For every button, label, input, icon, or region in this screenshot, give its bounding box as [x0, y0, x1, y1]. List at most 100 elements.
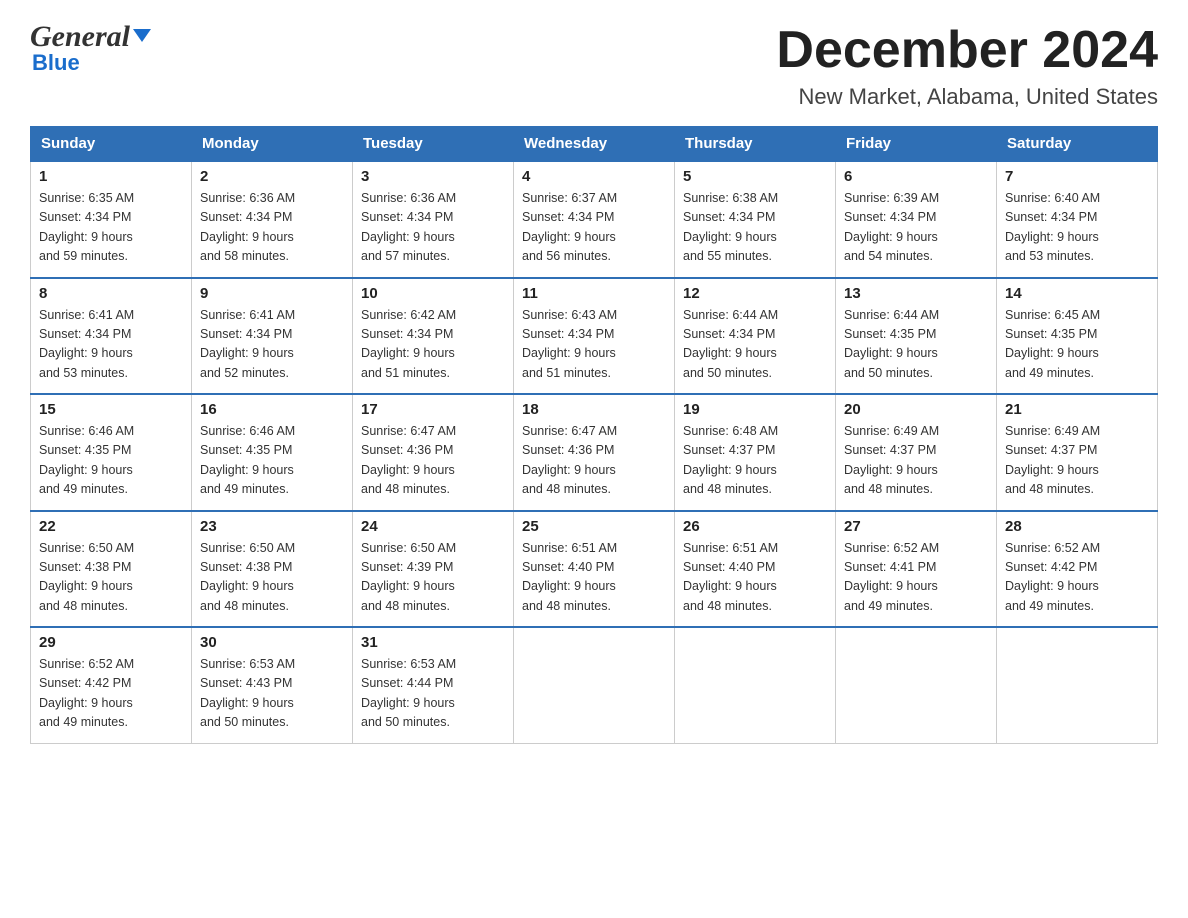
day-info: Sunrise: 6:36 AM Sunset: 4:34 PM Dayligh… [200, 189, 344, 267]
day-info: Sunrise: 6:52 AM Sunset: 4:42 PM Dayligh… [1005, 539, 1149, 617]
day-info: Sunrise: 6:40 AM Sunset: 4:34 PM Dayligh… [1005, 189, 1149, 267]
day-number: 19 [683, 401, 827, 418]
calendar-cell-day-11: 11 Sunrise: 6:43 AM Sunset: 4:34 PM Dayl… [514, 278, 675, 395]
day-info: Sunrise: 6:35 AM Sunset: 4:34 PM Dayligh… [39, 189, 183, 267]
page-subtitle: New Market, Alabama, United States [776, 84, 1158, 110]
day-number: 21 [1005, 401, 1149, 418]
day-number: 31 [361, 634, 505, 651]
day-number: 26 [683, 518, 827, 535]
day-number: 29 [39, 634, 183, 651]
day-number: 14 [1005, 285, 1149, 302]
calendar-cell-day-8: 8 Sunrise: 6:41 AM Sunset: 4:34 PM Dayli… [31, 278, 192, 395]
day-number: 28 [1005, 518, 1149, 535]
calendar-header-row: Sunday Monday Tuesday Wednesday Thursday… [31, 127, 1158, 162]
day-info: Sunrise: 6:45 AM Sunset: 4:35 PM Dayligh… [1005, 306, 1149, 384]
logo: General Blue [30, 20, 151, 76]
day-number: 1 [39, 168, 183, 185]
title-block: December 2024 New Market, Alabama, Unite… [776, 20, 1158, 110]
day-number: 16 [200, 401, 344, 418]
calendar-cell-day-18: 18 Sunrise: 6:47 AM Sunset: 4:36 PM Dayl… [514, 394, 675, 511]
day-number: 7 [1005, 168, 1149, 185]
day-info: Sunrise: 6:49 AM Sunset: 4:37 PM Dayligh… [1005, 422, 1149, 500]
calendar-cell-day-16: 16 Sunrise: 6:46 AM Sunset: 4:35 PM Dayl… [192, 394, 353, 511]
calendar-cell-empty [997, 627, 1158, 743]
calendar-cell-day-5: 5 Sunrise: 6:38 AM Sunset: 4:34 PM Dayli… [675, 161, 836, 278]
day-info: Sunrise: 6:50 AM Sunset: 4:39 PM Dayligh… [361, 539, 505, 617]
logo-blue: Blue [30, 50, 80, 76]
day-number: 9 [200, 285, 344, 302]
calendar-table: Sunday Monday Tuesday Wednesday Thursday… [30, 126, 1158, 744]
day-number: 2 [200, 168, 344, 185]
calendar-cell-day-31: 31 Sunrise: 6:53 AM Sunset: 4:44 PM Dayl… [353, 627, 514, 743]
page-header: General Blue December 2024 New Market, A… [30, 20, 1158, 110]
calendar-cell-day-4: 4 Sunrise: 6:37 AM Sunset: 4:34 PM Dayli… [514, 161, 675, 278]
day-info: Sunrise: 6:44 AM Sunset: 4:34 PM Dayligh… [683, 306, 827, 384]
calendar-cell-day-1: 1 Sunrise: 6:35 AM Sunset: 4:34 PM Dayli… [31, 161, 192, 278]
day-info: Sunrise: 6:46 AM Sunset: 4:35 PM Dayligh… [39, 422, 183, 500]
day-number: 22 [39, 518, 183, 535]
day-number: 17 [361, 401, 505, 418]
calendar-cell-day-12: 12 Sunrise: 6:44 AM Sunset: 4:34 PM Dayl… [675, 278, 836, 395]
calendar-cell-day-26: 26 Sunrise: 6:51 AM Sunset: 4:40 PM Dayl… [675, 511, 836, 628]
day-number: 5 [683, 168, 827, 185]
day-info: Sunrise: 6:39 AM Sunset: 4:34 PM Dayligh… [844, 189, 988, 267]
day-info: Sunrise: 6:51 AM Sunset: 4:40 PM Dayligh… [683, 539, 827, 617]
day-info: Sunrise: 6:37 AM Sunset: 4:34 PM Dayligh… [522, 189, 666, 267]
day-number: 3 [361, 168, 505, 185]
day-info: Sunrise: 6:41 AM Sunset: 4:34 PM Dayligh… [200, 306, 344, 384]
calendar-week-5: 29 Sunrise: 6:52 AM Sunset: 4:42 PM Dayl… [31, 627, 1158, 743]
day-info: Sunrise: 6:47 AM Sunset: 4:36 PM Dayligh… [522, 422, 666, 500]
day-info: Sunrise: 6:38 AM Sunset: 4:34 PM Dayligh… [683, 189, 827, 267]
calendar-cell-day-24: 24 Sunrise: 6:50 AM Sunset: 4:39 PM Dayl… [353, 511, 514, 628]
day-number: 15 [39, 401, 183, 418]
day-number: 11 [522, 285, 666, 302]
day-info: Sunrise: 6:36 AM Sunset: 4:34 PM Dayligh… [361, 189, 505, 267]
header-wednesday: Wednesday [514, 127, 675, 162]
calendar-cell-day-19: 19 Sunrise: 6:48 AM Sunset: 4:37 PM Dayl… [675, 394, 836, 511]
calendar-cell-day-15: 15 Sunrise: 6:46 AM Sunset: 4:35 PM Dayl… [31, 394, 192, 511]
calendar-cell-day-28: 28 Sunrise: 6:52 AM Sunset: 4:42 PM Dayl… [997, 511, 1158, 628]
day-number: 4 [522, 168, 666, 185]
calendar-cell-day-17: 17 Sunrise: 6:47 AM Sunset: 4:36 PM Dayl… [353, 394, 514, 511]
calendar-week-3: 15 Sunrise: 6:46 AM Sunset: 4:35 PM Dayl… [31, 394, 1158, 511]
day-number: 25 [522, 518, 666, 535]
day-info: Sunrise: 6:42 AM Sunset: 4:34 PM Dayligh… [361, 306, 505, 384]
day-info: Sunrise: 6:47 AM Sunset: 4:36 PM Dayligh… [361, 422, 505, 500]
calendar-cell-day-23: 23 Sunrise: 6:50 AM Sunset: 4:38 PM Dayl… [192, 511, 353, 628]
day-number: 13 [844, 285, 988, 302]
calendar-cell-day-27: 27 Sunrise: 6:52 AM Sunset: 4:41 PM Dayl… [836, 511, 997, 628]
day-info: Sunrise: 6:50 AM Sunset: 4:38 PM Dayligh… [39, 539, 183, 617]
day-info: Sunrise: 6:49 AM Sunset: 4:37 PM Dayligh… [844, 422, 988, 500]
header-friday: Friday [836, 127, 997, 162]
day-info: Sunrise: 6:43 AM Sunset: 4:34 PM Dayligh… [522, 306, 666, 384]
calendar-cell-day-10: 10 Sunrise: 6:42 AM Sunset: 4:34 PM Dayl… [353, 278, 514, 395]
calendar-cell-day-22: 22 Sunrise: 6:50 AM Sunset: 4:38 PM Dayl… [31, 511, 192, 628]
day-info: Sunrise: 6:53 AM Sunset: 4:43 PM Dayligh… [200, 655, 344, 733]
calendar-cell-day-13: 13 Sunrise: 6:44 AM Sunset: 4:35 PM Dayl… [836, 278, 997, 395]
calendar-cell-day-7: 7 Sunrise: 6:40 AM Sunset: 4:34 PM Dayli… [997, 161, 1158, 278]
calendar-cell-empty [675, 627, 836, 743]
calendar-cell-day-3: 3 Sunrise: 6:36 AM Sunset: 4:34 PM Dayli… [353, 161, 514, 278]
page-title: December 2024 [776, 20, 1158, 80]
day-number: 20 [844, 401, 988, 418]
day-info: Sunrise: 6:52 AM Sunset: 4:42 PM Dayligh… [39, 655, 183, 733]
day-number: 24 [361, 518, 505, 535]
calendar-week-4: 22 Sunrise: 6:50 AM Sunset: 4:38 PM Dayl… [31, 511, 1158, 628]
calendar-cell-day-25: 25 Sunrise: 6:51 AM Sunset: 4:40 PM Dayl… [514, 511, 675, 628]
day-number: 12 [683, 285, 827, 302]
day-info: Sunrise: 6:52 AM Sunset: 4:41 PM Dayligh… [844, 539, 988, 617]
header-tuesday: Tuesday [353, 127, 514, 162]
calendar-cell-day-2: 2 Sunrise: 6:36 AM Sunset: 4:34 PM Dayli… [192, 161, 353, 278]
calendar-cell-day-21: 21 Sunrise: 6:49 AM Sunset: 4:37 PM Dayl… [997, 394, 1158, 511]
header-thursday: Thursday [675, 127, 836, 162]
header-sunday: Sunday [31, 127, 192, 162]
day-number: 8 [39, 285, 183, 302]
header-monday: Monday [192, 127, 353, 162]
calendar-cell-day-30: 30 Sunrise: 6:53 AM Sunset: 4:43 PM Dayl… [192, 627, 353, 743]
calendar-cell-day-14: 14 Sunrise: 6:45 AM Sunset: 4:35 PM Dayl… [997, 278, 1158, 395]
day-info: Sunrise: 6:53 AM Sunset: 4:44 PM Dayligh… [361, 655, 505, 733]
calendar-cell-day-9: 9 Sunrise: 6:41 AM Sunset: 4:34 PM Dayli… [192, 278, 353, 395]
day-info: Sunrise: 6:50 AM Sunset: 4:38 PM Dayligh… [200, 539, 344, 617]
day-info: Sunrise: 6:51 AM Sunset: 4:40 PM Dayligh… [522, 539, 666, 617]
calendar-cell-empty [836, 627, 997, 743]
